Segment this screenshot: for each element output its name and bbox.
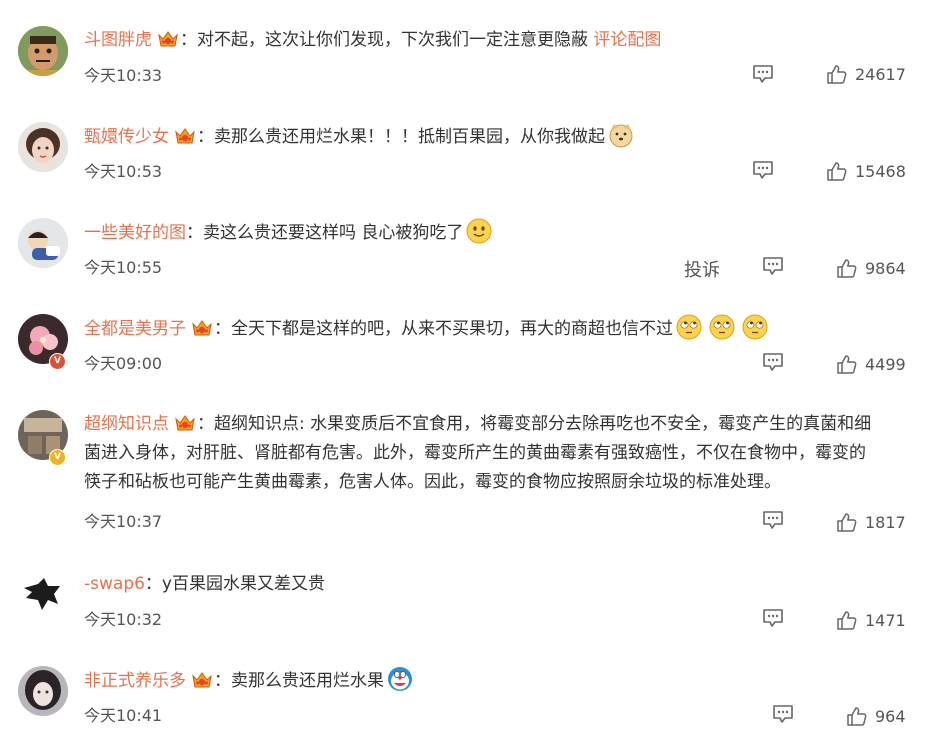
- reply-icon[interactable]: [772, 704, 794, 724]
- comment-time: 今天10:41: [84, 706, 163, 725]
- username-link[interactable]: 一些美好的图: [84, 223, 186, 243]
- eye-roll-emoji-icon: [676, 314, 702, 340]
- comment-separator: ：: [144, 574, 162, 594]
- comment-time: 今天10:32: [84, 610, 163, 629]
- comment-body: 甄嬛传少女 ：卖那么贵还用烂水果！！！抵制百果园，从你我做起: [84, 122, 924, 152]
- comment-text: 全天下都是这样的吧，从来不买果切，再大的商超也信不过: [231, 319, 673, 339]
- like-count: 24617: [855, 64, 906, 84]
- crown-badge-icon: [191, 318, 213, 337]
- comment-separator: ：: [186, 223, 203, 243]
- username-link[interactable]: 非正式养乐多: [84, 671, 186, 691]
- comment-separator: ：: [214, 671, 231, 691]
- comment-separator: ：: [214, 319, 231, 339]
- thumbs-up-icon: [836, 354, 857, 375]
- username-link[interactable]: -swap6: [84, 574, 145, 594]
- like-count: 15468: [855, 161, 906, 181]
- username-link[interactable]: 超纲知识点: [84, 414, 169, 434]
- crown-badge-icon: [157, 29, 179, 48]
- comment-text-line: 菌进入身体，对肝脏、肾脏都有危害。此外，霉变所产生的黄曲霉素有强致癌性，不仅在食…: [84, 443, 866, 463]
- sleeping-cartoon-avatar[interactable]: [18, 218, 68, 268]
- thumbs-up-icon: [836, 512, 857, 533]
- comment-text-line: 超纲知识点: 水果变质后不宜食用，将霉变部分去除再吃也不安全，霉变产生的真菌和细: [214, 414, 872, 434]
- like-button[interactable]: 24617: [826, 62, 906, 86]
- like-count: 1471: [865, 610, 906, 630]
- comment-separator: ：: [197, 414, 214, 434]
- comment-image-link[interactable]: 评论配图: [593, 30, 661, 50]
- like-button[interactable]: 1817: [836, 510, 906, 534]
- like-button[interactable]: 15468: [826, 159, 906, 183]
- comment-text: 卖这么贵还要这样吗 良心被狗吃了: [203, 223, 464, 243]
- like-count: 964: [875, 706, 906, 726]
- comment-text: 卖那么贵还用烂水果！！！抵制百果园，从你我做起: [214, 127, 605, 147]
- comment-body: 全都是美男子 ：全天下都是这样的吧，从来不买果切，再大的商超也信不过: [84, 314, 924, 344]
- verified-v-badge: V: [49, 449, 66, 466]
- username-link[interactable]: 甄嬛传少女: [84, 127, 169, 147]
- report-button[interactable]: 投诉: [684, 256, 720, 282]
- like-button[interactable]: 1471: [836, 608, 906, 632]
- like-count: 9864: [865, 258, 906, 278]
- thumbs-up-icon: [826, 64, 847, 85]
- verified-v-badge: V: [49, 353, 66, 370]
- eye-roll-emoji-icon: [709, 314, 735, 340]
- comment-time: 今天10:55: [84, 258, 163, 277]
- wolf-logo-avatar[interactable]: [18, 570, 68, 620]
- crown-badge-icon: [191, 670, 213, 689]
- comment-text: 对不起，这次让你们发现，下次我们一定注意更隐蔽: [197, 30, 588, 50]
- thumbs-up-icon: [836, 258, 857, 279]
- doge-emoji-icon: [608, 122, 634, 148]
- like-button[interactable]: 9864: [836, 256, 906, 280]
- comment-text: y百果园水果又差又贵: [161, 574, 325, 594]
- smile-emoji-icon: [466, 218, 492, 244]
- thumbs-up-icon: [846, 706, 867, 727]
- comment-text-line: 筷子和砧板也可能产生黄曲霉素，危害人体。因此，霉变的食物应按照厨余垃圾的标准处理…: [84, 472, 781, 492]
- comment-time: 今天10:37: [84, 512, 163, 531]
- comment-time: 今天09:00: [84, 354, 163, 373]
- comment-body: 一些美好的图：卖这么贵还要这样吗 良心被狗吃了: [84, 218, 924, 248]
- like-count: 1817: [865, 512, 906, 532]
- comment-text: 卖那么贵还用烂水果: [231, 671, 384, 691]
- comment-body: 非正式养乐多 ：卖那么贵还用烂水果: [84, 666, 924, 696]
- dark-hair-girl-avatar[interactable]: [18, 666, 68, 716]
- doraemon-emoji-icon: [387, 666, 413, 692]
- reply-icon[interactable]: [752, 64, 774, 84]
- reply-icon[interactable]: [762, 510, 784, 530]
- reply-icon[interactable]: [762, 608, 784, 628]
- comment-body: -swap6：y百果园水果又差又贵: [84, 570, 924, 599]
- comment-time: 今天10:33: [84, 66, 163, 85]
- comment-body: 斗图胖虎 ：对不起，这次让你们发现，下次我们一定注意更隐蔽 评论配图: [84, 26, 924, 55]
- username-link[interactable]: 斗图胖虎: [84, 30, 152, 50]
- reply-icon[interactable]: [762, 256, 784, 276]
- girl-photo-avatar[interactable]: [18, 122, 68, 172]
- comment-separator: ：: [197, 127, 214, 147]
- reply-icon[interactable]: [762, 352, 784, 372]
- like-button[interactable]: 964: [846, 704, 906, 728]
- like-button[interactable]: 4499: [836, 352, 906, 376]
- eye-roll-emoji-icon: [742, 314, 768, 340]
- comment-time: 今天10:53: [84, 162, 163, 181]
- crown-badge-icon: [174, 126, 196, 145]
- cartoon-face-avatar[interactable]: [18, 26, 68, 76]
- thumbs-up-icon: [836, 610, 857, 631]
- reply-icon[interactable]: [752, 160, 774, 180]
- username-link[interactable]: 全都是美男子: [84, 319, 186, 339]
- thumbs-up-icon: [826, 161, 847, 182]
- crown-badge-icon: [174, 413, 196, 432]
- comment-body: 超纲知识点 ：超纲知识点: 水果变质后不宜食用，将霉变部分去除再吃也不安全，霉变产…: [84, 410, 924, 497]
- like-count: 4499: [865, 354, 906, 374]
- comment-separator: ：: [180, 30, 197, 50]
